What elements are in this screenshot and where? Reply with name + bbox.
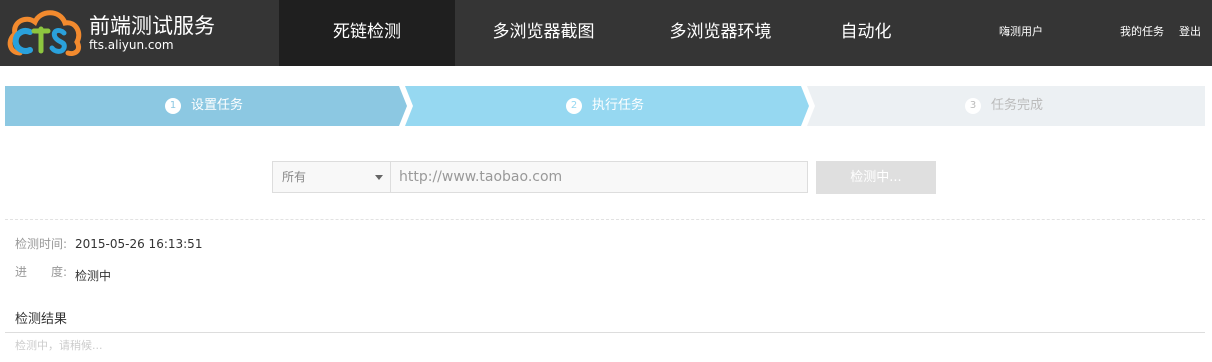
detect-time-row: 检测时间: 2015-05-26 16:13:51: [15, 236, 202, 252]
results-loading-message: 检测中，请稍候...: [15, 339, 103, 352]
top-navigation-bar: 前端测试服务 fts.aliyun.com 死链检测 多浏览器截图 多浏览器环境…: [0, 0, 1212, 66]
step-1: 1 设置任务: [165, 86, 243, 126]
detect-time-value: 2015-05-26 16:13:51: [75, 237, 203, 251]
step-3-number: 3: [965, 98, 981, 114]
progress-label: 进 度:: [15, 264, 75, 280]
results-title: 检测结果: [15, 312, 68, 327]
nav-multi-browser-screenshot[interactable]: 多浏览器截图: [455, 0, 632, 66]
step-2: 2 执行任务: [566, 86, 644, 126]
progress-label-part-2: 度:: [50, 265, 67, 279]
logout-link[interactable]: 登出: [1179, 0, 1201, 66]
caret-down-icon: [375, 175, 383, 180]
progress-row: 进 度: 检测中: [15, 264, 112, 283]
step-3: 3 任务完成: [965, 86, 1043, 126]
step-3-label: 任务完成: [991, 98, 1044, 113]
section-divider: [5, 219, 1205, 220]
step-1-label: 设置任务: [191, 98, 244, 113]
step-2-label: 执行任务: [592, 98, 645, 113]
my-tasks-link[interactable]: 我的任务: [1120, 0, 1164, 66]
brand-url: fts.aliyun.com: [89, 38, 174, 52]
progress-label-part-1: 进: [15, 265, 28, 279]
task-steps-progress: 1 设置任务 2 执行任务 3 任务完成: [5, 86, 1205, 126]
detect-button[interactable]: 检测中...: [816, 161, 936, 194]
fts-cloud-logo[interactable]: [6, 7, 82, 59]
user-name-link[interactable]: 嗨测用户: [999, 0, 1043, 66]
nav-automation[interactable]: 自动化: [809, 0, 923, 66]
step-2-number: 2: [566, 98, 582, 114]
progress-value: 检测中: [75, 269, 112, 283]
nav-dead-link-check[interactable]: 死链检测: [279, 0, 455, 66]
results-divider: [5, 332, 1205, 333]
scope-select-value: 所有: [282, 170, 307, 184]
brand-name[interactable]: 前端测试服务: [89, 13, 215, 39]
scope-select[interactable]: 所有: [272, 161, 391, 193]
detect-time-label: 检测时间:: [15, 237, 68, 251]
url-input[interactable]: [390, 161, 808, 193]
step-1-number: 1: [165, 98, 181, 114]
nav-multi-browser-environment[interactable]: 多浏览器环境: [632, 0, 809, 66]
